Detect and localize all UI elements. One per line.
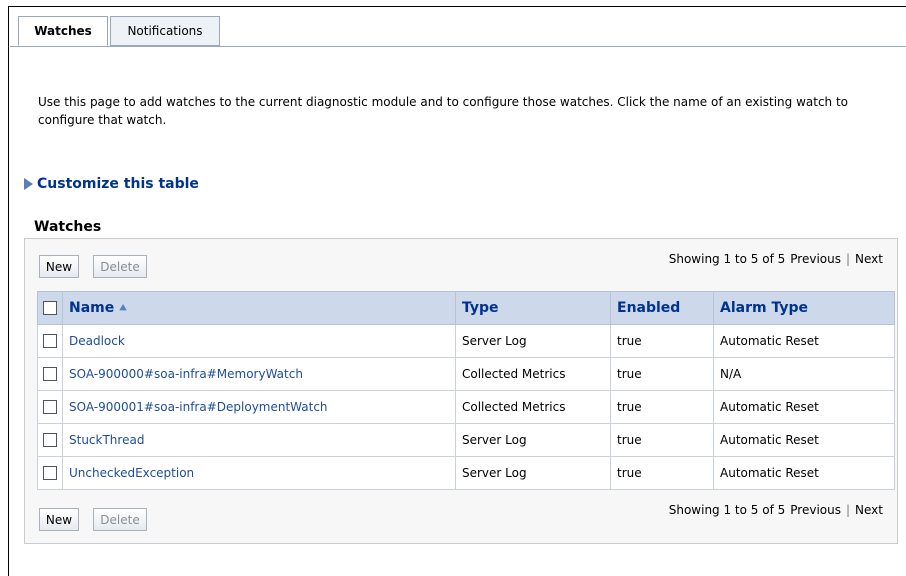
column-header-alarm-type: Alarm Type bbox=[713, 291, 895, 325]
watch-enabled: true bbox=[610, 390, 714, 424]
row-checkbox[interactable] bbox=[43, 466, 57, 481]
watch-enabled: true bbox=[610, 324, 714, 358]
previous-link[interactable]: Previous bbox=[790, 503, 841, 517]
showing-text: Showing 1 to 5 of 5 bbox=[668, 503, 786, 517]
watch-name-link[interactable]: UncheckedException bbox=[62, 456, 456, 490]
row-checkbox[interactable] bbox=[43, 433, 57, 448]
table-header-row: Name ⯅ Type Enabled Alarm Type bbox=[37, 291, 895, 325]
new-button-top[interactable]: New bbox=[39, 255, 79, 278]
select-all-cell bbox=[37, 291, 63, 325]
tab-watches[interactable]: Watches bbox=[18, 16, 108, 46]
next-link[interactable]: Next bbox=[855, 252, 883, 266]
pagination-separator: | bbox=[845, 252, 851, 266]
watch-type: Collected Metrics bbox=[455, 390, 611, 424]
column-header-type: Type bbox=[455, 291, 611, 325]
watch-alarm-type: Automatic Reset bbox=[713, 324, 895, 358]
watch-alarm-type: N/A bbox=[713, 357, 895, 391]
watches-table: Name ⯅ Type Enabled Alarm Type Deadlock S… bbox=[37, 291, 895, 490]
watch-alarm-type: Automatic Reset bbox=[713, 456, 895, 490]
new-button-bottom[interactable]: New bbox=[39, 508, 79, 531]
tab-bar: Watches Notifications bbox=[18, 16, 222, 46]
watch-type: Collected Metrics bbox=[455, 357, 611, 391]
pagination-separator: | bbox=[845, 503, 851, 517]
watch-name-link[interactable]: SOA-900000#soa-infra#MemoryWatch bbox=[62, 357, 456, 391]
watch-name-link[interactable]: Deadlock bbox=[62, 324, 456, 358]
watch-type: Server Log bbox=[455, 324, 611, 358]
watches-panel: New Delete Showing 1 to 5 of 5 Previous … bbox=[24, 238, 898, 544]
row-select-cell bbox=[37, 390, 63, 424]
row-select-cell bbox=[37, 324, 63, 358]
delete-button-top[interactable]: Delete bbox=[93, 255, 147, 278]
watch-type: Server Log bbox=[455, 456, 611, 490]
select-all-checkbox[interactable] bbox=[43, 301, 57, 315]
section-title: Watches bbox=[34, 219, 102, 235]
delete-button-bottom[interactable]: Delete bbox=[93, 508, 147, 531]
row-checkbox[interactable] bbox=[43, 367, 57, 382]
tab-notifications[interactable]: Notifications bbox=[110, 16, 220, 46]
column-header-name[interactable]: Name ⯅ bbox=[62, 291, 456, 325]
sort-ascending-icon[interactable]: ⯅ bbox=[118, 301, 128, 315]
pagination-bottom: Showing 1 to 5 of 5 Previous | Next bbox=[669, 503, 883, 517]
watch-name-link[interactable]: StuckThread bbox=[62, 423, 456, 457]
table-row: UncheckedException Server Log true Autom… bbox=[37, 456, 895, 490]
watch-enabled: true bbox=[610, 456, 714, 490]
intro-text: Use this page to add watches to the curr… bbox=[38, 95, 849, 127]
row-select-cell bbox=[37, 423, 63, 457]
table-row: StuckThread Server Log true Automatic Re… bbox=[37, 423, 895, 457]
table-row: SOA-900001#soa-infra#DeploymentWatch Col… bbox=[37, 390, 895, 424]
row-checkbox[interactable] bbox=[43, 334, 57, 349]
watch-type: Server Log bbox=[455, 423, 611, 457]
pagination-top: Showing 1 to 5 of 5 Previous | Next bbox=[669, 252, 883, 266]
next-link[interactable]: Next bbox=[855, 503, 883, 517]
row-select-cell bbox=[37, 357, 63, 391]
expand-triangle-icon bbox=[24, 178, 33, 190]
column-header-name-label: Name bbox=[69, 300, 115, 316]
row-select-cell bbox=[37, 456, 63, 490]
watch-alarm-type: Automatic Reset bbox=[713, 390, 895, 424]
showing-text: Showing 1 to 5 of 5 bbox=[668, 252, 786, 266]
tab-divider bbox=[10, 46, 906, 47]
watch-enabled: true bbox=[610, 357, 714, 391]
watch-name-link[interactable]: SOA-900001#soa-infra#DeploymentWatch bbox=[62, 390, 456, 424]
watch-enabled: true bbox=[610, 423, 714, 457]
table-row: Deadlock Server Log true Automatic Reset bbox=[37, 324, 895, 358]
column-header-enabled: Enabled bbox=[610, 291, 714, 325]
customize-table-link[interactable]: Customize this table bbox=[24, 176, 199, 192]
watch-alarm-type: Automatic Reset bbox=[713, 423, 895, 457]
previous-link[interactable]: Previous bbox=[790, 252, 841, 266]
table-row: SOA-900000#soa-infra#MemoryWatch Collect… bbox=[37, 357, 895, 391]
customize-label: Customize this table bbox=[37, 176, 199, 192]
row-checkbox[interactable] bbox=[43, 400, 57, 415]
